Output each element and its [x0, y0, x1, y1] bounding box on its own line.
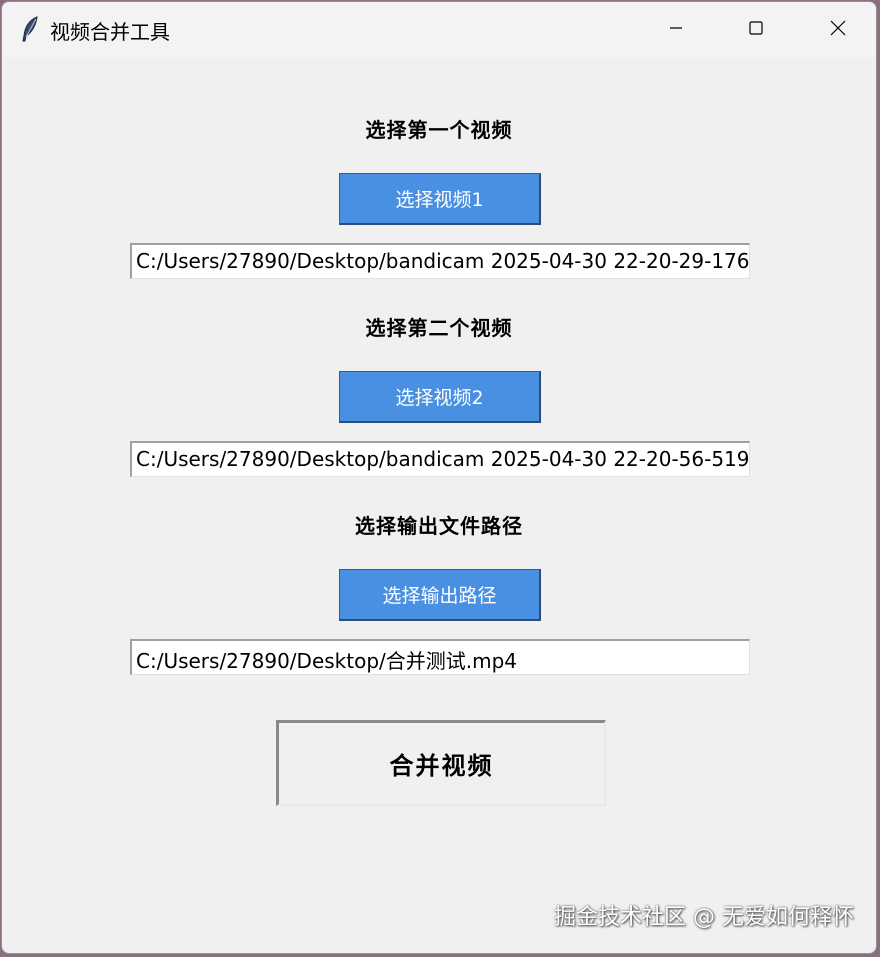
minimize-icon — [668, 20, 684, 40]
window-title: 视频合并工具 — [50, 20, 170, 44]
app-window: 视频合并工具 选择第一个视频 选择视频1 C:/Users/27890/Desk… — [1, 1, 877, 954]
second-video-heading: 选择第二个视频 — [365, 316, 513, 340]
merge-video-button[interactable]: 合并视频 — [276, 720, 606, 806]
maximize-button[interactable] — [716, 2, 796, 58]
feather-icon — [20, 16, 42, 42]
video1-path-field[interactable]: C:/Users/27890/Desktop/bandicam 2025-04-… — [130, 243, 750, 279]
minimize-button[interactable] — [636, 2, 716, 58]
output-path-heading: 选择输出文件路径 — [355, 514, 523, 538]
title-bar[interactable]: 视频合并工具 — [2, 2, 876, 58]
select-video2-button[interactable]: 选择视频2 — [339, 371, 541, 423]
select-video1-button[interactable]: 选择视频1 — [339, 173, 541, 225]
watermark-text: 掘金技术社区 @ 无爱如何释怀 — [554, 905, 854, 930]
output-path-field[interactable]: C:/Users/27890/Desktop/合并测试.mp4 — [130, 639, 750, 675]
video2-path-field[interactable]: C:/Users/27890/Desktop/bandicam 2025-04-… — [130, 441, 750, 477]
close-icon — [829, 19, 847, 41]
close-button[interactable] — [798, 2, 876, 58]
select-output-path-button[interactable]: 选择输出路径 — [339, 569, 541, 621]
first-video-heading: 选择第一个视频 — [365, 118, 513, 142]
maximize-icon — [748, 20, 764, 40]
